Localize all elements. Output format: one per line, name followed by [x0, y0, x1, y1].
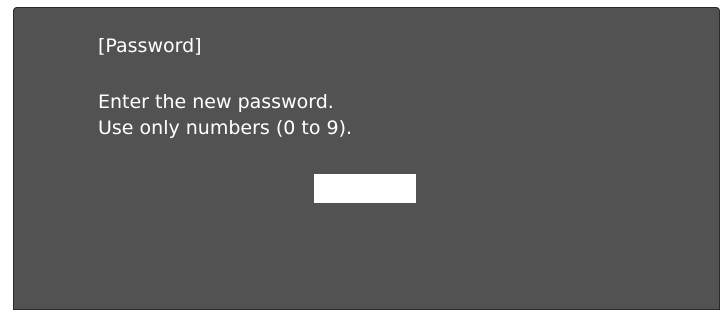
password-dialog: [Password] Enter the new password. Use o… — [13, 7, 720, 310]
instruction-message: Enter the new password. Use only numbers… — [98, 89, 352, 141]
instruction-line-enter-password: Enter the new password. — [98, 91, 334, 113]
password-input[interactable] — [314, 174, 416, 203]
dialog-title: [Password] — [98, 35, 202, 57]
instruction-line-numbers-only: Use only numbers (0 to 9). — [98, 117, 353, 139]
